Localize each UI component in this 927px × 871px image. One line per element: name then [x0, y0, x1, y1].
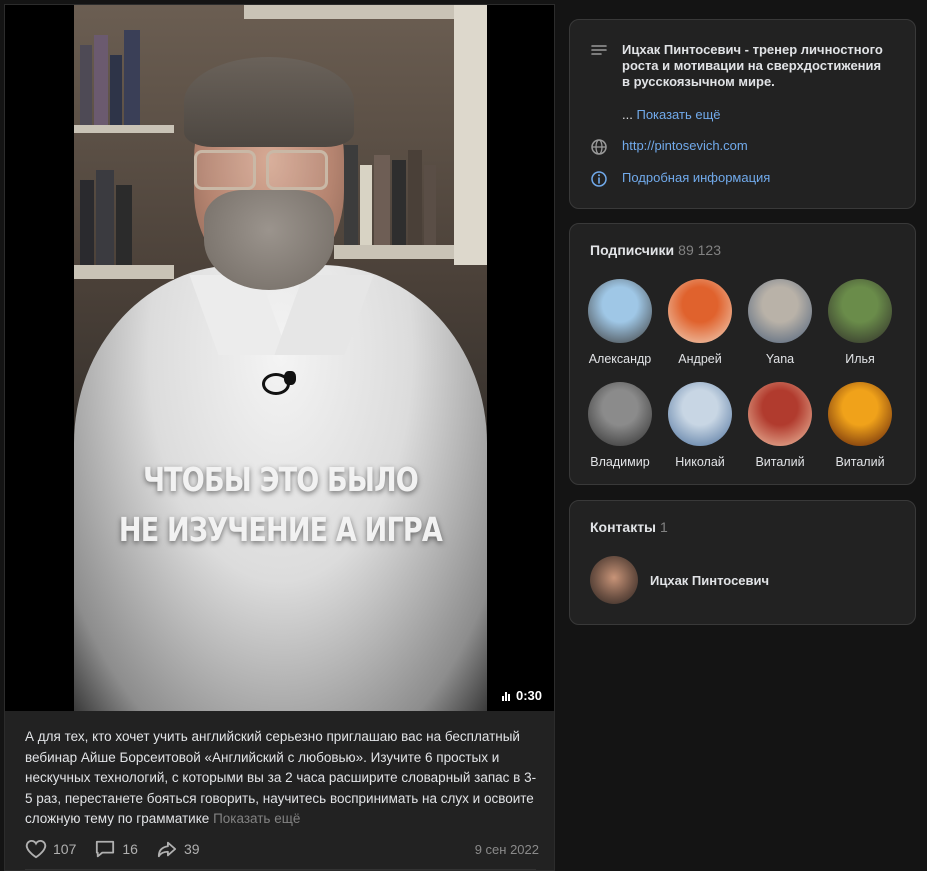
glasses-lens: [266, 150, 328, 190]
video-duration: 0:30: [501, 688, 542, 703]
comment-icon: [96, 840, 115, 858]
share-button[interactable]: 39: [156, 839, 200, 859]
avatar: [588, 382, 652, 446]
book: [344, 145, 358, 245]
share-count: 39: [183, 841, 200, 857]
avatar: [828, 279, 892, 343]
bookshelf-side: [454, 5, 487, 265]
divider: [25, 869, 536, 870]
book: [80, 180, 94, 265]
post-date[interactable]: 9 сен 2022: [475, 842, 539, 857]
book: [96, 170, 114, 265]
book: [424, 165, 436, 245]
subscriber-name: Андрей: [678, 352, 722, 366]
book: [124, 30, 140, 125]
post-text: А для тех, кто хочет учить английский се…: [25, 727, 539, 830]
subscriber-item[interactable]: Николай: [660, 382, 740, 469]
bookshelf-board: [244, 5, 487, 19]
book: [392, 160, 406, 245]
website-row: http://pintosevich.com: [590, 138, 748, 156]
share-icon: [157, 841, 177, 858]
subscriber-item[interactable]: Илья: [820, 279, 900, 366]
avatar: [588, 279, 652, 343]
glasses: [194, 150, 334, 194]
avatar: [748, 279, 812, 343]
info-panel: Ицхак Пинтосевич - тренер личностного ро…: [569, 19, 916, 209]
video-caption-line2: НЕ ИЗУЧЕНИЕ А ИГРА: [118, 510, 443, 549]
post-actions: 107 16 39 9 сен 2022: [25, 837, 539, 861]
book: [116, 185, 132, 265]
contacts-header[interactable]: Контакты 1: [590, 519, 668, 535]
book: [110, 55, 122, 125]
info-show-more-link[interactable]: Показать ещё: [636, 107, 720, 122]
book: [360, 165, 372, 245]
subscribers-title: Подписчики: [590, 242, 675, 258]
subscriber-item[interactable]: Александр: [580, 279, 660, 366]
subscriber-name: Илья: [845, 352, 875, 366]
equalizer-icon: [501, 691, 510, 701]
subscriber-item[interactable]: Yana: [740, 279, 820, 366]
video-frame[interactable]: ЧТОБЫ ЭТО БЫЛО НЕ ИЗУЧЕНИЕ А ИГРА: [74, 5, 487, 711]
ellipsis: ...: [622, 107, 633, 122]
details-link[interactable]: Подробная информация: [622, 170, 770, 186]
subscribers-count: 89 123: [678, 242, 721, 258]
subscribers-panel: Подписчики 89 123 Александр Андрей Yana Илья…: [569, 223, 916, 485]
subscriber-item[interactable]: Виталий: [740, 382, 820, 469]
beard: [204, 190, 334, 290]
like-count: 107: [53, 841, 77, 857]
subscriber-name: Николай: [675, 455, 725, 469]
video-caption-line1: ЧТОБЫ ЭТО БЫЛО: [143, 460, 419, 499]
video-post: ЧТОБЫ ЭТО БЫЛО НЕ ИЗУЧЕНИЕ А ИГРА 0:30 А…: [4, 4, 555, 871]
glasses-lens: [194, 150, 256, 190]
heart-icon: [25, 840, 47, 859]
avatar: [748, 382, 812, 446]
details-row: Подробная информация: [590, 170, 770, 188]
avatar: [590, 556, 638, 604]
info-icon: [591, 171, 607, 187]
duration-label: 0:30: [515, 688, 542, 703]
subscriber-name: Виталий: [755, 455, 805, 469]
text-lines-icon: [591, 45, 607, 55]
website-link[interactable]: http://pintosevich.com: [622, 138, 748, 154]
comment-count: 16: [122, 841, 138, 857]
subscriber-name: Владимир: [590, 455, 650, 469]
like-button[interactable]: 107: [25, 839, 76, 859]
book: [94, 35, 108, 125]
contact-item[interactable]: Ицхак Пинтосевич: [590, 556, 769, 604]
book: [374, 155, 390, 245]
bookshelf-board: [74, 265, 174, 279]
book: [408, 150, 422, 245]
avatar: [668, 279, 732, 343]
comment-button[interactable]: 16: [94, 839, 138, 859]
show-more-link[interactable]: Показать ещё: [213, 811, 300, 826]
description-row: Ицхак Пинтосевич - тренер личностного ро…: [590, 42, 892, 90]
subscribers-grid: Александр Андрей Yana Илья Владимир Николай Ви…: [580, 279, 910, 469]
lapel-microphone: [284, 371, 296, 385]
avatar: [828, 382, 892, 446]
contact-name: Ицхак Пинтосевич: [650, 572, 770, 588]
subscribers-header[interactable]: Подписчики 89 123: [590, 242, 721, 258]
subscriber-name: Виталий: [835, 455, 885, 469]
page: ЧТОБЫ ЭТО БЫЛО НЕ ИЗУЧЕНИЕ А ИГРА 0:30 А…: [0, 0, 927, 871]
book: [80, 45, 92, 125]
avatar: [668, 382, 732, 446]
subscriber-name: Yana: [765, 352, 795, 366]
video-player[interactable]: ЧТОБЫ ЭТО БЫЛО НЕ ИЗУЧЕНИЕ А ИГРА 0:30: [5, 5, 554, 711]
show-more-row: ... Показать ещё: [622, 107, 721, 122]
hair: [184, 57, 354, 147]
profile-description: Ицхак Пинтосевич - тренер личностного ро…: [622, 42, 883, 89]
contacts-title: Контакты: [590, 519, 657, 535]
globe-icon: [591, 139, 607, 155]
subscriber-item[interactable]: Андрей: [660, 279, 740, 366]
contacts-panel: Контакты 1 Ицхак Пинтосевич: [569, 500, 916, 625]
contacts-count: 1: [660, 519, 668, 535]
subscriber-item[interactable]: Виталий: [820, 382, 900, 469]
subscriber-item[interactable]: Владимир: [580, 382, 660, 469]
bookshelf: [74, 125, 174, 133]
subscriber-name: Александр: [588, 352, 652, 366]
